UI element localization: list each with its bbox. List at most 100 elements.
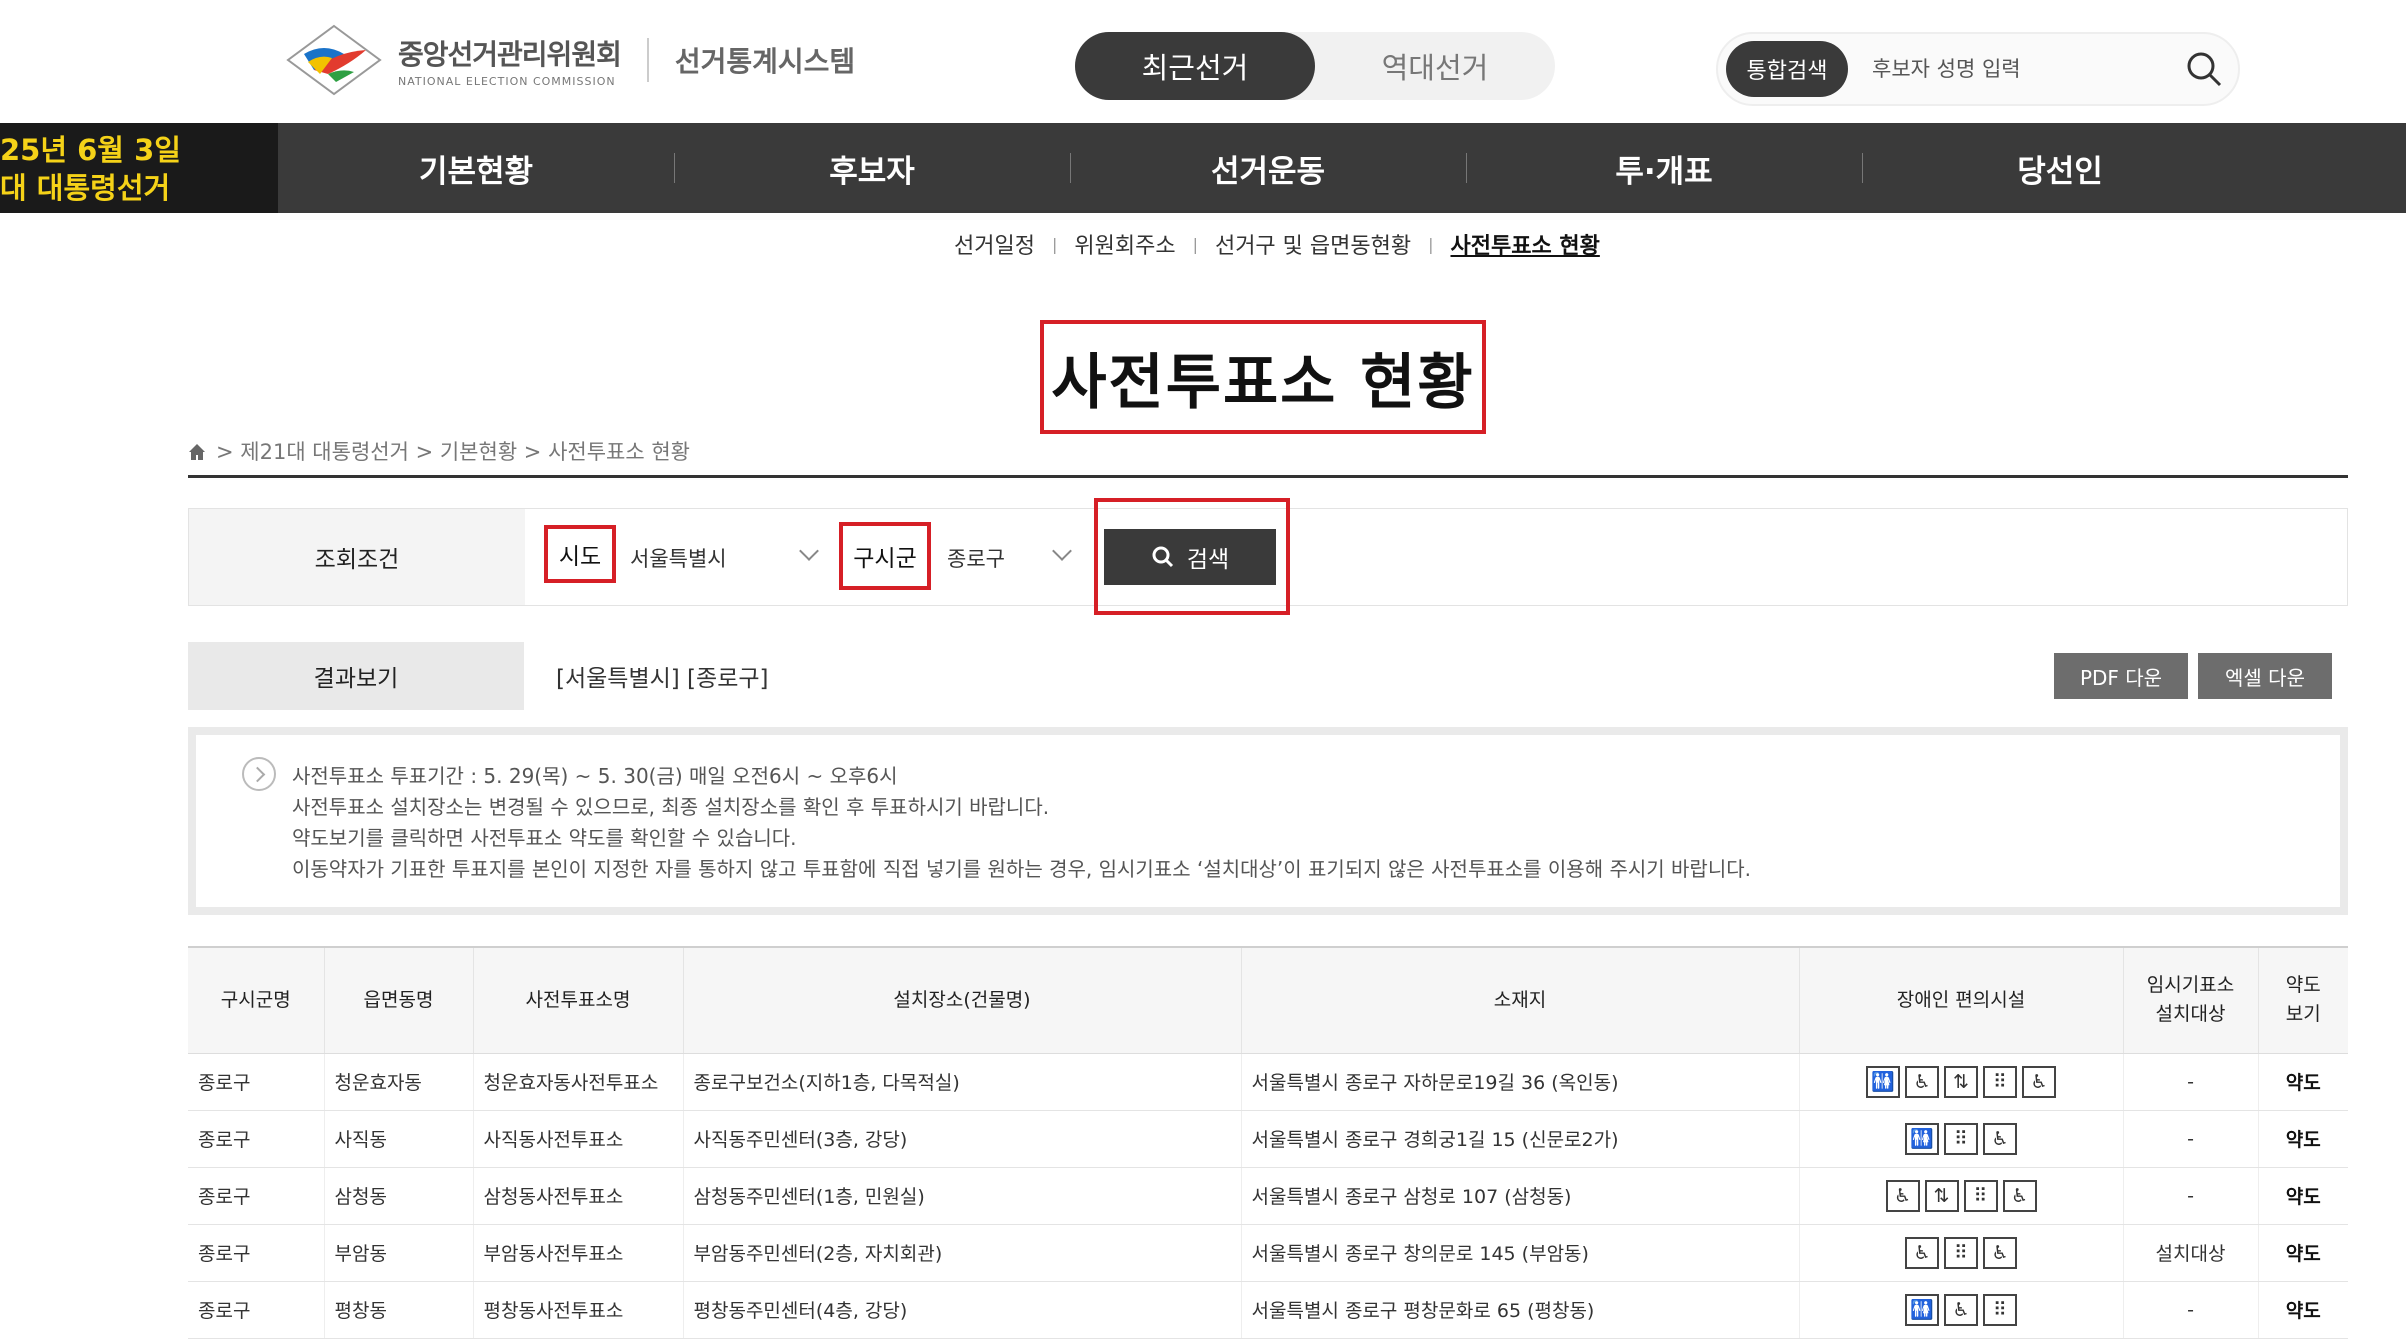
- early-voting-table: 구시군명 읍면동명 사전투표소명 설치장소(건물명) 소재지 장애인 편의시설 …: [188, 946, 2348, 1339]
- home-icon[interactable]: [188, 442, 206, 460]
- cell-place: 삼청동주민센터(1층, 민원실): [683, 1167, 1242, 1225]
- wheelchair-icon: ♿: [1905, 1236, 1939, 1269]
- cell-facilities: ♿ ⠿ ♿: [1799, 1224, 2124, 1282]
- col-header: 사전투표소명: [473, 946, 684, 1054]
- table-row: 종로구 청운효자동 청운효자동사전투표소 종로구보건소(지하1층, 다목적실) 서울특별…: [188, 1053, 2348, 1111]
- nav-candidates[interactable]: 후보자: [674, 123, 1070, 213]
- map-link[interactable]: 약도: [2258, 1281, 2348, 1339]
- col-header: 구시군명: [188, 946, 325, 1054]
- notice-line: 사전투표소 설치장소는 변경될 수 있으므로, 최종 설치장소를 확인 후 투표…: [292, 795, 1050, 819]
- search-button[interactable]: 검색: [1104, 529, 1276, 585]
- title-divider: [188, 475, 2348, 478]
- map-link[interactable]: 약도: [2258, 1224, 2348, 1282]
- search-icon: [1152, 546, 1173, 568]
- notice-line: 이동약자가 기표한 투표지를 본인이 지정한 자를 통하지 않고 투표함에 직접…: [292, 857, 1751, 881]
- subnav-early-voting-status[interactable]: 사전투표소 현황: [1451, 228, 1600, 260]
- notice-box: 사전투표소 투표기간 : 5. 29(목) ~ 5. 30(금) 매일 오전6시…: [188, 727, 2348, 915]
- subnav-divider: |: [1051, 234, 1058, 254]
- cell-facilities: 🚻 ⠿ ♿: [1799, 1110, 2124, 1168]
- excel-download-button[interactable]: 엑셀 다운: [2198, 653, 2332, 699]
- election-toggle: 최근선거 역대선거: [1075, 32, 1555, 100]
- sido-label: 시도: [544, 525, 616, 583]
- cell-place: 사직동주민센터(3층, 강당): [683, 1110, 1242, 1168]
- elevator-icon: ⇅: [1944, 1065, 1978, 1098]
- nec-logo-icon: [284, 24, 384, 96]
- wheelchair-icon: ♿: [1905, 1065, 1939, 1098]
- braille-icon: ⠿: [1944, 1236, 1978, 1269]
- chevron-down-icon: [1052, 541, 1072, 561]
- tab-recent-election[interactable]: 최근선거: [1075, 32, 1315, 100]
- wheelchair-icon: ♿: [2022, 1065, 2056, 1098]
- cell-place: 평창동주민센터(4층, 강당): [683, 1281, 1242, 1339]
- election-badge[interactable]: 25년 6월 3일 대 대통령선거: [0, 123, 278, 213]
- cell-temp-booth: -: [2123, 1167, 2259, 1225]
- col-header: 장애인 편의시설: [1799, 946, 2124, 1054]
- chevron-right-circle-icon: [242, 757, 276, 791]
- cell-dong: 사직동: [324, 1110, 474, 1168]
- search-icon[interactable]: [2184, 49, 2224, 89]
- cell-station-name: 부암동사전투표소: [473, 1224, 684, 1282]
- cell-dong: 부암동: [324, 1224, 474, 1282]
- col-header: 설치장소(건물명): [683, 946, 1242, 1054]
- nav-winners[interactable]: 당선인: [1862, 123, 2258, 213]
- sub-nav: 선거일정 | 위원회주소 | 선거구 및 읍면동현황 | 사전투표소 현황: [954, 228, 1600, 260]
- toilet-icon: 🚻: [1866, 1065, 1900, 1098]
- subnav-divider: |: [1192, 234, 1198, 254]
- logo[interactable]: 중앙선거관리위원회 NATIONAL ELECTION COMMISSION 선…: [284, 24, 855, 96]
- pdf-download-button[interactable]: PDF 다운: [2054, 653, 2188, 699]
- cell-dong: 평창동: [324, 1281, 474, 1339]
- org-name: 중앙선거관리위원회: [398, 37, 622, 71]
- subnav-district-status[interactable]: 선거구 및 읍면동현황: [1215, 228, 1411, 260]
- system-name: 선거통계시스템: [674, 45, 856, 78]
- nav-voting-counting[interactable]: 투·개표: [1466, 123, 1862, 213]
- cell-place: 종로구보건소(지하1층, 다목적실): [683, 1053, 1242, 1111]
- cell-station-name: 삼청동사전투표소: [473, 1167, 684, 1225]
- braille-icon: ⠿: [1963, 1179, 1998, 1212]
- cell-temp-booth: -: [2123, 1110, 2259, 1168]
- subnav-committee-address[interactable]: 위원회주소: [1074, 228, 1175, 260]
- candidate-search-input[interactable]: [1870, 44, 2170, 94]
- cell-temp-booth: -: [2123, 1281, 2259, 1339]
- table-row: 종로구 평창동 평창동사전투표소 평창동주민센터(4층, 강당) 서울특별시 종로구 평…: [188, 1281, 2348, 1339]
- result-label: 결과보기: [188, 642, 524, 710]
- cell-station-name: 청운효자동사전투표소: [473, 1053, 684, 1111]
- wheelchair-icon: ♿: [1944, 1293, 1978, 1326]
- cell-address: 서울특별시 종로구 평창문화로 65 (평창동): [1241, 1281, 1800, 1339]
- cell-place: 부암동주민센터(2층, 자치회관): [683, 1224, 1242, 1282]
- result-bar: 결과보기 [서울특별시] [종로구] PDF 다운 엑셀 다운: [188, 642, 2348, 710]
- cell-station-name: 평창동사전투표소: [473, 1281, 684, 1339]
- sigungu-select[interactable]: 종로구: [947, 526, 1081, 590]
- logo-divider: [646, 38, 649, 82]
- wheelchair-icon: ♿: [2002, 1179, 2037, 1212]
- cell-district: 종로구: [188, 1224, 325, 1282]
- sigungu-value: 종로구: [947, 547, 1005, 571]
- wheelchair-icon: ♿: [1885, 1179, 1920, 1212]
- nav-basic-status[interactable]: 기본현황: [278, 123, 674, 213]
- col-header: 임시기표소 설치대상: [2123, 946, 2259, 1054]
- tab-past-election[interactable]: 역대선거: [1315, 32, 1555, 100]
- cell-facilities: ♿ ⇅ ⠿ ♿: [1799, 1167, 2124, 1225]
- integrated-search-button[interactable]: 통합검색: [1726, 41, 1848, 97]
- braille-icon: ⠿: [1983, 1065, 2017, 1098]
- subnav-divider: |: [1428, 234, 1434, 254]
- subnav-schedule[interactable]: 선거일정: [954, 228, 1035, 260]
- cell-address: 서울특별시 종로구 자하문로19길 36 (옥인동): [1241, 1053, 1800, 1111]
- cell-district: 종로구: [188, 1281, 325, 1339]
- cell-temp-booth: 설치대상: [2123, 1224, 2259, 1282]
- table-row: 종로구 사직동 사직동사전투표소 사직동주민센터(3층, 강당) 서울특별시 종로구 경…: [188, 1110, 2348, 1168]
- cell-dong: 청운효자동: [324, 1053, 474, 1111]
- map-link[interactable]: 약도: [2258, 1053, 2348, 1111]
- cell-facilities: 🚻 ♿ ⠿: [1799, 1281, 2124, 1339]
- col-header: 소재지: [1241, 946, 1800, 1054]
- toilet-icon: 🚻: [1905, 1122, 1939, 1155]
- filter-label: 조회조건: [189, 509, 525, 605]
- cell-district: 종로구: [188, 1053, 325, 1111]
- sido-select[interactable]: 서울특별시: [630, 526, 830, 590]
- wheelchair-icon: ♿: [1983, 1236, 2017, 1269]
- map-link[interactable]: 약도: [2258, 1167, 2348, 1225]
- map-link[interactable]: 약도: [2258, 1110, 2348, 1168]
- nav-campaign[interactable]: 선거운동: [1070, 123, 1466, 213]
- chevron-down-icon: [799, 541, 819, 561]
- cell-address: 서울특별시 종로구 창의문로 145 (부암동): [1241, 1224, 1800, 1282]
- sido-value: 서울특별시: [630, 547, 727, 571]
